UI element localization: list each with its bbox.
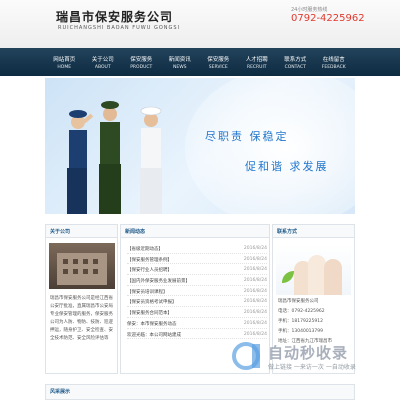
nav-label: 关于公司: [91, 57, 114, 63]
about-section: 关于公司 瑞昌市保安服务公司是经江西省公安厅批准，直属瑞昌市公安局专业保安管理的…: [45, 224, 118, 374]
watermark: 自动秒收录 做上链接 一来访一次 一自动收录: [230, 340, 390, 376]
site-header: 瑞昌市保安服务公司 RUICHANGSHI BAOAN FUWU GONGSI …: [0, 0, 400, 48]
news-item-title: 【保安员资格考试申报】: [127, 300, 177, 306]
news-item-title: 【保安服务合同范本】: [127, 311, 172, 317]
nav-label-en: RECRUIT: [246, 65, 267, 70]
news-item-title: 【保安服务管理条例】: [127, 257, 172, 263]
nav-label: 新闻资讯: [168, 57, 191, 63]
banner-slogan-2: 促和谐 求发展: [245, 160, 329, 173]
news-item[interactable]: 【保安服务合同范本】 2016/8/24: [127, 307, 267, 318]
news-item-date: 2016/8/24: [243, 278, 267, 284]
news-item[interactable]: 【省级近期动态】 2016/8/24: [127, 243, 267, 254]
customer-service-photo: [276, 243, 351, 295]
news-item-title: 【保安行业人员招聘】: [127, 268, 172, 274]
news-item[interactable]: 【保安行业人员招聘】 2016/8/24: [127, 264, 267, 276]
news-title[interactable]: 新闻动态: [125, 228, 145, 235]
news-item-title: 欢迎光临：本公司网站建成: [127, 332, 181, 338]
contact-company: 瑞昌市保安服务公司: [278, 299, 319, 304]
news-item[interactable]: 【国内外保安服务业发展前景】 2016/8/24: [127, 275, 267, 286]
nav-item-feedback[interactable]: 在线留言 FEEDBACK: [315, 48, 354, 76]
nav-label-en: PRODUCT: [130, 65, 153, 70]
nav-label-en: SERVICE: [208, 65, 228, 70]
news-list: 【省级近期动态】 2016/8/24 【保安服务管理条例】 2016/8/24 【保…: [127, 243, 267, 340]
nav-label: 保安服务: [130, 57, 153, 63]
about-title[interactable]: 关于公司: [50, 228, 70, 235]
news-item[interactable]: 【保安员资格考试申报】 2016/8/24: [127, 296, 267, 308]
news-item-title: 保安：本市保安服务动态: [127, 321, 177, 327]
news-item[interactable]: 欢迎光临：本公司网站建成 2016/8/24: [127, 329, 267, 340]
main-nav: 网站首页 HOME 关于公司 ABOUT 保安服务 PRODUCT 新闻资讯 NEWS …: [0, 48, 400, 76]
nav-label: 保安服务: [207, 57, 230, 63]
news-item[interactable]: 保安：本市保安服务动态 2016/8/24: [127, 318, 267, 329]
contact-mobile: 手机：18179225912: [278, 319, 323, 324]
about-description: 瑞昌市保安服务公司是经江西省公安厅批准，直属瑞昌市公安局专业保安管理的服务，保安…: [50, 296, 113, 341]
contact-title[interactable]: 联系方式: [277, 228, 297, 235]
nav-item-news[interactable]: 新闻资讯 NEWS: [161, 48, 200, 76]
contact-mobile-2: 手机：13040013799: [278, 329, 323, 334]
soldier-illustration: [140, 106, 162, 214]
banner-slogan-1: 尽职责 保稳定: [205, 130, 289, 143]
leaf-icon: [282, 271, 294, 283]
news-item-date: 2016/8/24: [243, 288, 267, 294]
watermark-text: 自动秒收录: [268, 344, 349, 362]
watermark-subtext: 做上链接 一来访一次 一自动收录: [268, 364, 356, 371]
news-item[interactable]: 【保安服务管理条例】 2016/8/24: [127, 254, 267, 265]
gallery-title[interactable]: 风采展示: [50, 388, 70, 395]
news-item-date: 2016/8/24: [243, 299, 267, 305]
news-item-date: 2016/8/24: [243, 246, 267, 251]
nav-label: 网站首页: [53, 57, 76, 63]
nav-item-product[interactable]: 保安服务 PRODUCT: [122, 48, 161, 76]
nav-item-about[interactable]: 关于公司 ABOUT: [84, 48, 123, 76]
nav-item-recruit[interactable]: 人才招聘 RECRUIT: [238, 48, 277, 76]
news-item-date: 2016/8/24: [243, 267, 267, 273]
site-logo-en: RUICHANGSHI BAOAN FUWU GONGSI: [58, 25, 181, 31]
nav-label: 人才招聘: [245, 57, 268, 63]
news-item-date: 2016/8/24: [243, 256, 267, 262]
nav-item-service[interactable]: 保安服务 SERVICE: [199, 48, 238, 76]
page: 瑞昌市保安服务公司 RUICHANGSHI BAOAN FUWU GONGSI …: [0, 0, 400, 400]
hotline-number: 0792-4225962: [291, 13, 365, 24]
nav-label-en: NEWS: [172, 65, 187, 70]
nav-label-en: HOME: [57, 65, 72, 70]
hero-banner: 尽职责 保稳定 促和谐 求发展: [45, 78, 355, 214]
news-item[interactable]: 【保安员培训课程】 2016/8/24: [127, 286, 267, 297]
contact-phone: 电话：0792-4225962: [278, 309, 325, 314]
gallery-section: 风采展示: [45, 384, 355, 400]
site-logo[interactable]: 瑞昌市保安服务公司: [56, 8, 173, 25]
news-item-date: 2016/8/24: [243, 310, 267, 316]
nav-item-contact[interactable]: 联系方式 CONTACT: [276, 48, 315, 76]
nav-label: 联系方式: [284, 57, 307, 63]
nav-label-en: ABOUT: [94, 65, 111, 70]
nav-item-home[interactable]: 网站首页 HOME: [45, 48, 84, 76]
news-item-date: 2016/8/24: [243, 331, 267, 337]
watermark-logo-icon: [232, 342, 260, 370]
nav-label-en: CONTACT: [284, 65, 306, 70]
nav-label: 在线留言: [322, 57, 345, 63]
hotline-label: 24小时服务热线: [291, 7, 328, 13]
news-item-title: 【省级近期动态】: [127, 247, 163, 252]
nav-label-en: FEEDBACK: [321, 65, 346, 70]
news-item-date: 2016/8/24: [243, 320, 267, 326]
company-building-photo: [49, 243, 115, 289]
news-item-title: 【国内外保安服务业发展前景】: [127, 279, 190, 285]
news-item-title: 【保安员培训课程】: [127, 289, 168, 295]
